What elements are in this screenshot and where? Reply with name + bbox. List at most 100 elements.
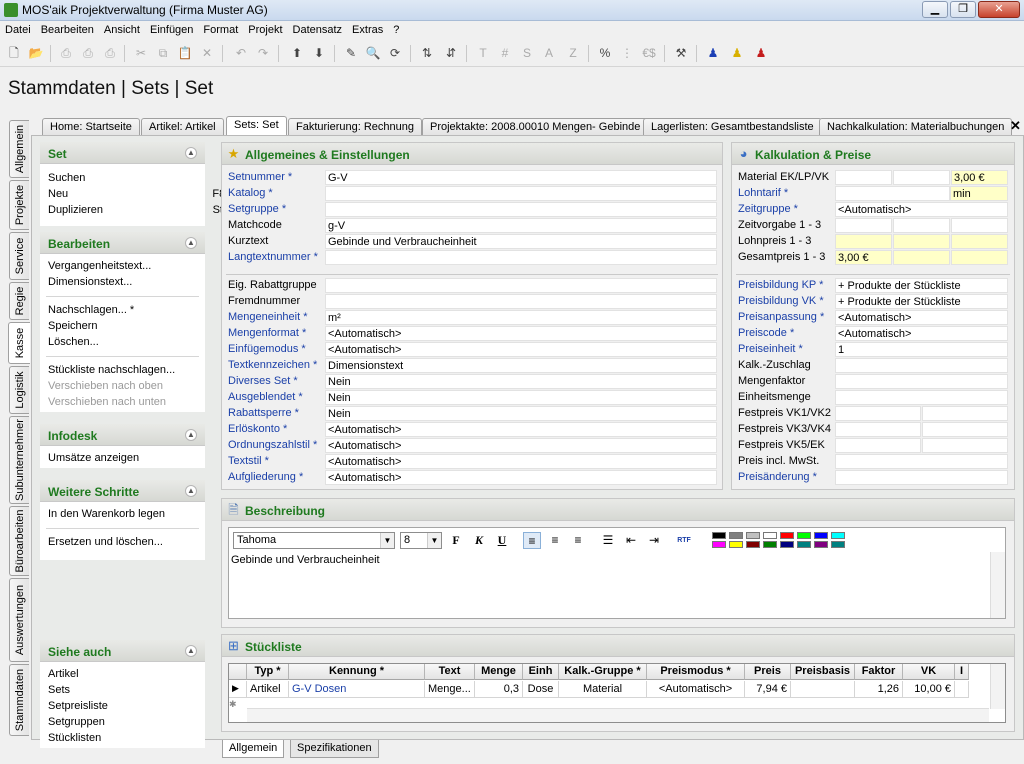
new-document-icon[interactable]: 🗋 [5, 44, 23, 62]
tab-fakturierung[interactable]: Fakturierung: Rechnung [288, 118, 423, 136]
menu-bearbeiten[interactable]: Bearbeiten [36, 21, 99, 36]
field-label[interactable]: Mengenformat * [228, 327, 306, 339]
field-value[interactable]: Nein [325, 390, 717, 405]
color-swatch[interactable] [746, 532, 760, 539]
field-value[interactable]: Dimensionstext [325, 358, 717, 373]
table-cell[interactable]: Menge... [425, 681, 475, 698]
field-value[interactable] [893, 170, 950, 185]
print-preview-icon[interactable]: ⎙ [79, 44, 97, 62]
column-header[interactable]: VK [903, 664, 955, 680]
sort-ascending-icon[interactable]: ⇅ [418, 44, 436, 62]
vertical-scrollbar[interactable] [990, 552, 1005, 618]
percent-icon[interactable]: % [596, 44, 614, 62]
field-value[interactable]: Nein [325, 406, 717, 421]
paste-icon[interactable]: 📋 [176, 44, 194, 62]
link-setgruppen[interactable]: Setgruppen [48, 716, 105, 728]
field-value[interactable]: <Automatisch> [325, 454, 717, 469]
underline-button[interactable]: U [493, 532, 511, 549]
field-value[interactable] [951, 218, 1008, 233]
color-swatch[interactable] [814, 532, 828, 539]
tab-lagerlisten[interactable]: Lagerlisten: Gesamtbestandsliste [643, 118, 822, 136]
move-down-icon[interactable]: ⬇ [310, 44, 328, 62]
menu-ansicht[interactable]: Ansicht [99, 21, 145, 36]
field-value[interactable] [835, 438, 921, 453]
tab-spezifikationen[interactable]: Spezifikationen [290, 740, 379, 758]
field-value[interactable] [835, 390, 1008, 405]
field-value[interactable] [893, 250, 950, 265]
field-label[interactable]: Preiscode * [738, 327, 794, 339]
field-label[interactable]: Einfügemodus * [228, 343, 306, 355]
user-blue-icon[interactable]: ♟ [704, 44, 722, 62]
tab-allgemein[interactable]: Allgemein [222, 740, 285, 758]
field-value[interactable]: <Automatisch> [325, 422, 717, 437]
field-value[interactable]: g-V [325, 218, 717, 233]
horizontal-scrollbar[interactable] [247, 708, 989, 722]
color-swatch[interactable] [814, 541, 828, 548]
table-cell[interactable]: 0,3 [475, 681, 523, 698]
task-speichern[interactable]: SpeichernF7 [48, 320, 255, 332]
field-value[interactable] [325, 186, 717, 201]
menu-datensatz[interactable]: Datensatz [288, 21, 348, 36]
column-header[interactable]: Einh [523, 664, 559, 680]
task-warenkorb[interactable]: In den Warenkorb legenF12 [48, 508, 322, 520]
color-swatch[interactable] [780, 532, 794, 539]
color-swatch[interactable] [831, 541, 845, 548]
outdent-icon[interactable]: ⇤ [622, 532, 640, 549]
column-header[interactable]: Preis [745, 664, 791, 680]
field-value[interactable] [835, 218, 892, 233]
delete-icon[interactable]: ✕ [198, 44, 216, 62]
task-suchen[interactable]: SuchenF3 [48, 172, 242, 184]
color-swatch[interactable] [763, 532, 777, 539]
field-value[interactable] [922, 406, 1008, 421]
task-nachschlagen[interactable]: Nachschlagen... *F5 [48, 304, 291, 316]
menu-format[interactable]: Format [198, 21, 243, 36]
link-stuecklisten[interactable]: Stücklisten [48, 732, 101, 744]
column-header[interactable]: Typ * [247, 664, 289, 680]
field-value[interactable]: <Automatisch> [325, 470, 717, 485]
task-duplizieren[interactable]: DuplizierenStrg+F8 [48, 204, 252, 216]
sort-descending-icon[interactable]: ⇵ [442, 44, 460, 62]
table-cell[interactable]: Artikel [247, 681, 289, 698]
color-swatch[interactable] [797, 532, 811, 539]
field-value[interactable] [922, 422, 1008, 437]
collapse-icon[interactable]: ▲ [185, 645, 197, 657]
move-up-icon[interactable]: ⬆ [288, 44, 306, 62]
color-swatch[interactable] [729, 541, 743, 548]
indent-icon[interactable]: ⇥ [645, 532, 663, 549]
color-swatch[interactable] [780, 541, 794, 548]
table-cell[interactable]: <Automatisch> [647, 681, 745, 698]
vtab-kasse[interactable]: Kasse [8, 322, 30, 364]
field-value[interactable]: 1 [835, 342, 1008, 357]
vtab-auswertungen[interactable]: Auswertungen [9, 578, 29, 662]
refresh-icon[interactable]: ⟳ [386, 44, 404, 62]
vtab-subunternehmer[interactable]: Subunternehmer [9, 416, 29, 504]
search-zoom-icon[interactable]: 🔍 [364, 44, 382, 62]
field-value[interactable]: m² [325, 310, 717, 325]
z-icon[interactable]: Z [564, 44, 582, 62]
color-swatch[interactable] [712, 541, 726, 548]
field-value[interactable]: Gebinde und Verbraucheinheit [325, 234, 717, 249]
field-value[interactable]: min [950, 186, 1008, 201]
field-label[interactable]: Ordnungszahlstil * [228, 439, 317, 451]
redo-icon[interactable]: ↷ [254, 44, 272, 62]
field-value[interactable] [835, 358, 1008, 373]
a-icon[interactable]: A [540, 44, 558, 62]
close-button[interactable]: ✕ [978, 1, 1020, 18]
description-text[interactable]: Gebinde und Verbraucheinheit [231, 554, 380, 566]
field-value[interactable] [325, 250, 717, 265]
field-value[interactable]: <Automatisch> [325, 438, 717, 453]
minimize-button[interactable]: ▁ [922, 1, 948, 18]
maximize-button[interactable]: ❐ [950, 1, 976, 18]
color-swatch[interactable] [763, 541, 777, 548]
open-folder-icon[interactable]: 📂 [27, 44, 45, 62]
field-value[interactable]: <Automatisch> [835, 310, 1008, 325]
table-cell[interactable]: Dose [523, 681, 559, 698]
vtab-stammdaten[interactable]: Stammdaten [9, 664, 29, 736]
menu-help[interactable]: ? [388, 21, 404, 36]
field-value[interactable]: <Automatisch> [325, 326, 717, 341]
task-loeschen[interactable]: Löschen...F6 [48, 336, 256, 348]
table-cell[interactable]: 10,00 € [903, 681, 955, 698]
vtab-allgemein[interactable]: Allgemein [9, 120, 29, 178]
field-label[interactable]: Textstil * [228, 455, 269, 467]
text-icon[interactable]: T [474, 44, 492, 62]
